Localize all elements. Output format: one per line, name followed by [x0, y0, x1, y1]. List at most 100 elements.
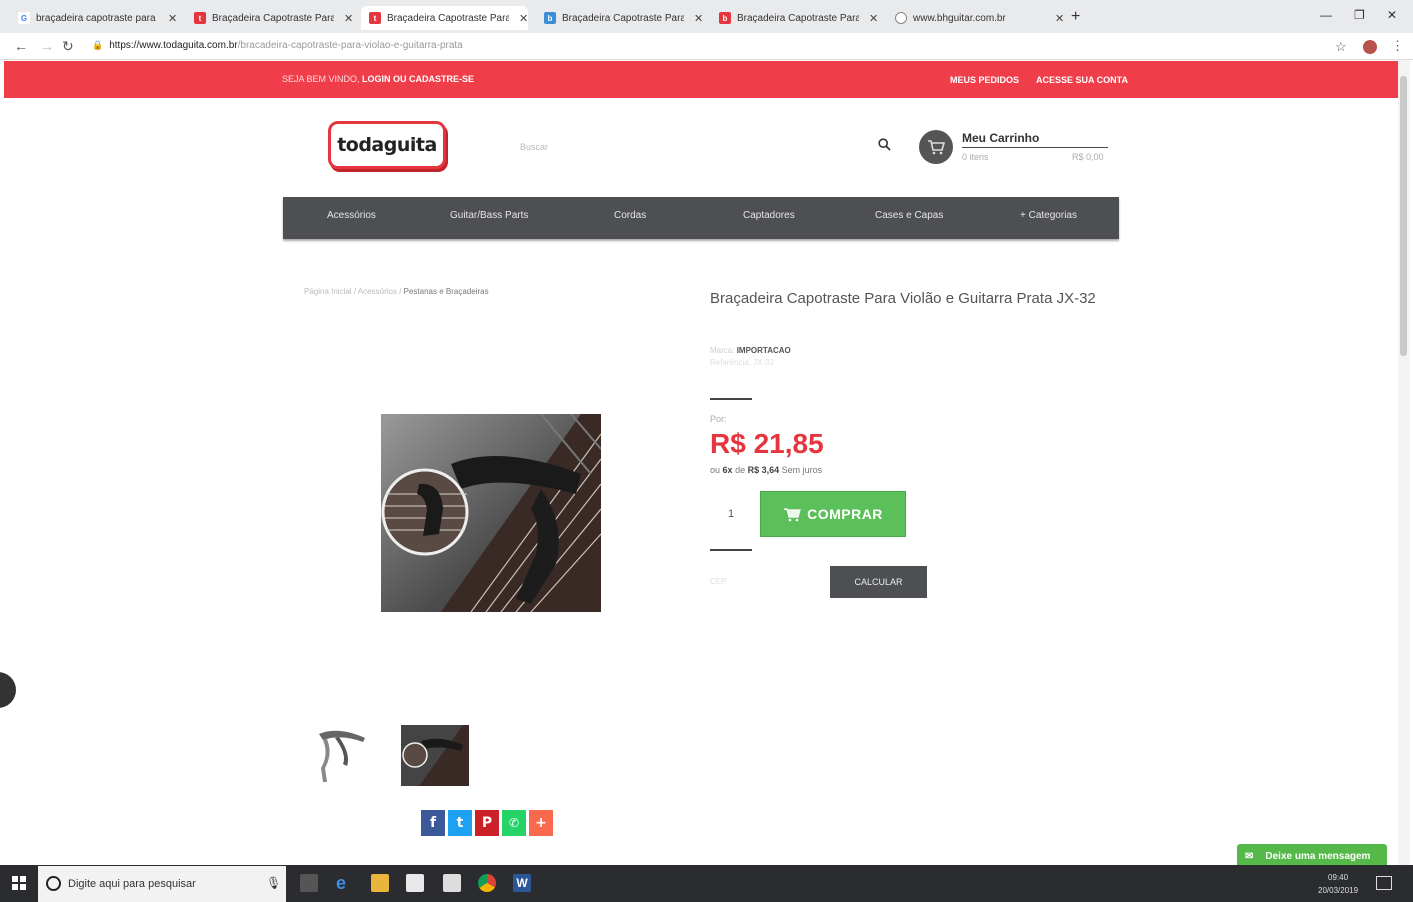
product-price: R$ 21,85: [710, 428, 824, 459]
browser-tab[interactable]: b Braçadeira Capotraste Para Violã ✕: [711, 6, 878, 30]
close-tab-icon[interactable]: ✕: [869, 12, 878, 25]
nav-item-guitar-bass-parts[interactable]: Guitar/Bass Parts: [450, 210, 528, 221]
welcome-text: SEJA BEM VINDO, LOGIN OU CADASTRE-SE: [282, 74, 475, 84]
google-icon: G: [18, 12, 30, 24]
chrome-icon[interactable]: [478, 874, 496, 892]
cart-item-count: 0 itens: [962, 152, 989, 162]
cart-icon: [783, 507, 801, 521]
microphone-icon[interactable]: 🎙: [266, 876, 281, 890]
task-view-icon[interactable]: [300, 874, 318, 892]
product-thumbnail-selected[interactable]: [401, 725, 469, 786]
facebook-icon[interactable]: f: [421, 810, 445, 836]
todaguita-favicon-icon: t: [369, 12, 381, 24]
word-icon[interactable]: W: [513, 874, 531, 892]
product-title: Braçadeira Capotraste Para Violão e Guit…: [710, 290, 1096, 307]
browser-tab[interactable]: t Braçadeira Capotraste Para Violã ✕: [186, 6, 353, 30]
restore-icon[interactable]: ❐: [1354, 8, 1365, 22]
cart-title[interactable]: Meu Carrinho: [962, 131, 1039, 145]
quantity-input[interactable]: 1: [712, 492, 750, 536]
browser-tab[interactable]: www.bhguitar.com.br ✕: [887, 6, 1064, 30]
breadcrumb-section[interactable]: Acessórios: [358, 287, 397, 296]
profile-avatar[interactable]: [1363, 40, 1377, 54]
nav-item-more-categories[interactable]: + Categorias: [1020, 210, 1077, 221]
lock-icon: 🔒: [92, 40, 104, 50]
store-favicon-icon: b: [544, 12, 556, 24]
site-logo[interactable]: todaguita: [328, 121, 446, 169]
buy-button[interactable]: COMPRAR: [760, 491, 906, 537]
breadcrumb-home[interactable]: Página Inicial: [304, 287, 352, 296]
pinterest-icon[interactable]: P: [475, 810, 499, 836]
my-account-link[interactable]: ACESSE SUA CONTA: [1036, 75, 1128, 85]
new-tab-icon[interactable]: +: [1071, 8, 1080, 26]
minimize-icon[interactable]: —: [1320, 8, 1332, 22]
store-favicon-icon: b: [719, 12, 731, 24]
cep-input[interactable]: CEP: [710, 577, 726, 586]
notification-center-icon[interactable]: [1376, 876, 1392, 890]
nav-item-acessorios[interactable]: Acessórios: [327, 210, 376, 221]
my-orders-link[interactable]: MEUS PEDIDOS: [950, 75, 1019, 85]
cart-icon[interactable]: [919, 130, 953, 164]
more-share-icon[interactable]: +: [529, 810, 553, 836]
file-explorer-icon[interactable]: [371, 874, 389, 892]
product-thumbnail[interactable]: [313, 724, 371, 786]
address-bar: ← → ↻ 🔒 https://www.todaguita.com.br/brac…: [0, 33, 1413, 60]
scrollbar-thumb[interactable]: [1400, 76, 1407, 356]
mail-app-icon[interactable]: [443, 874, 461, 892]
reload-icon[interactable]: ↻: [62, 38, 74, 55]
tab-title: Braçadeira Capotraste Para Violã: [562, 12, 684, 24]
clock-time: 09:40: [1328, 873, 1349, 882]
share-bar: f t P ✆ +: [421, 810, 553, 836]
browser-tab[interactable]: G braçadeira capotraste para violã ✕: [10, 6, 177, 30]
product-main-image[interactable]: [381, 414, 601, 612]
product-reference: Referência: JX-32: [710, 358, 775, 367]
search-input[interactable]: Buscar: [520, 142, 548, 152]
store-icon[interactable]: [406, 874, 424, 892]
cortana-icon: [46, 876, 61, 891]
browser-tab-active[interactable]: t Braçadeira Capotraste Para Violã ✕: [361, 6, 529, 30]
side-widget[interactable]: [0, 672, 16, 708]
todaguita-favicon-icon: t: [194, 12, 206, 24]
leave-message-label: Deixe uma mensagem: [1265, 851, 1371, 862]
cart-total: R$ 0,00: [1072, 152, 1104, 162]
browser-tab[interactable]: b Braçadeira Capotraste Para Violã ✕: [536, 6, 703, 30]
tab-title: braçadeira capotraste para violã: [36, 12, 158, 24]
url-field[interactable]: 🔒 https://www.todaguita.com.br/bracadeira…: [92, 40, 463, 51]
nav-item-cases-capas[interactable]: Cases e Capas: [875, 210, 943, 221]
clock-date: 20/03/2019: [1318, 886, 1359, 895]
forward-icon[interactable]: →: [40, 38, 54, 54]
nav-item-captadores[interactable]: Captadores: [743, 210, 795, 221]
windows-start-icon[interactable]: [12, 876, 26, 890]
search-icon[interactable]: [878, 138, 891, 151]
nav-item-cordas[interactable]: Cordas: [614, 210, 646, 221]
tab-title: Braçadeira Capotraste Para Violã: [737, 12, 859, 24]
close-tab-icon[interactable]: ✕: [519, 12, 528, 25]
edge-icon[interactable]: e: [336, 874, 354, 892]
browser-menu-icon[interactable]: ⋮: [1391, 38, 1404, 54]
whatsapp-icon[interactable]: ✆: [502, 810, 526, 836]
tab-title: Braçadeira Capotraste Para Violã: [387, 12, 509, 24]
back-icon[interactable]: ←: [14, 38, 28, 54]
breadcrumb: Página Inicial / Acessórios / Pestanas e…: [304, 287, 489, 296]
tab-title: www.bhguitar.com.br: [913, 12, 1006, 24]
close-window-icon[interactable]: ✕: [1387, 8, 1397, 22]
twitter-icon[interactable]: t: [448, 810, 472, 836]
close-tab-icon[interactable]: ✕: [694, 12, 703, 25]
url-host: https://www.todaguita.com.br: [109, 40, 238, 51]
login-link[interactable]: LOGIN OU CADASTRE-SE: [362, 74, 474, 84]
system-clock[interactable]: 09:40 20/03/2019: [1318, 871, 1358, 897]
close-tab-icon[interactable]: ✕: [168, 12, 177, 25]
taskbar-search[interactable]: Digite aqui para pesquisar 🎙: [38, 866, 286, 902]
globe-icon: [895, 12, 907, 24]
taskbar-search-placeholder: Digite aqui para pesquisar: [68, 878, 196, 890]
close-tab-icon[interactable]: ✕: [344, 12, 353, 25]
calculate-shipping-button[interactable]: CALCULAR: [830, 566, 927, 598]
tab-title: Braçadeira Capotraste Para Violã: [212, 12, 334, 24]
divider: [710, 398, 752, 400]
url-path: /bracadeira-capotraste-para-violao-e-gui…: [237, 40, 463, 51]
browser-tab-bar: G braçadeira capotraste para violã ✕ t B…: [0, 0, 1413, 33]
breadcrumb-current[interactable]: Pestanas e Braçadeiras: [404, 287, 489, 296]
close-tab-icon[interactable]: ✕: [1055, 12, 1064, 25]
divider: [710, 549, 752, 551]
bookmark-star-icon[interactable]: ☆: [1335, 39, 1347, 55]
top-bar: SEJA BEM VINDO, LOGIN OU CADASTRE-SE MEU…: [4, 61, 1398, 98]
